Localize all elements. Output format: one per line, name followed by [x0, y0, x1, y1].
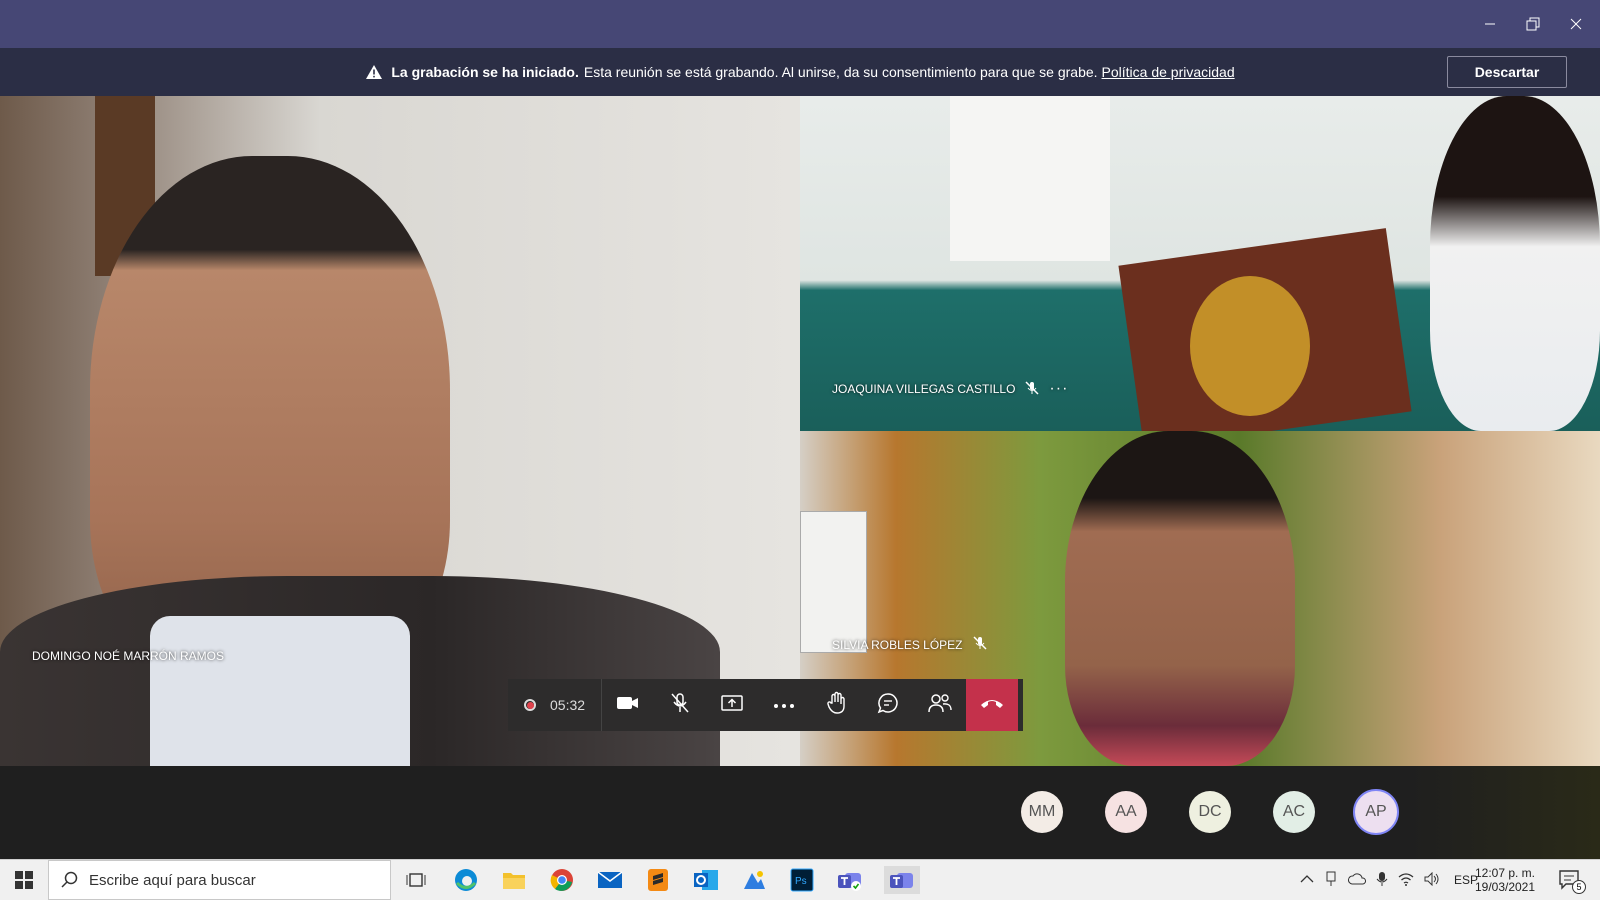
- background-whiteboard: [800, 511, 867, 653]
- microphone-off-icon: [972, 636, 987, 653]
- onedrive-cloud-icon[interactable]: [1348, 872, 1367, 888]
- overflow-video-area: [1410, 766, 1600, 859]
- participant-name: DOMINGO NOÉ MARRÓN RAMOS: [32, 649, 224, 663]
- chevron-up-icon[interactable]: [1300, 873, 1314, 887]
- record-icon: [524, 699, 536, 711]
- teams-active-icon[interactable]: [884, 866, 920, 894]
- banner-text: Esta reunión se está grabando. Al unirse…: [583, 64, 1098, 80]
- more-actions-button[interactable]: [758, 679, 810, 731]
- wifi-icon[interactable]: [1398, 872, 1414, 889]
- participant-shirt: [150, 616, 410, 766]
- recording-banner: La grabación se ha iniciado. Esta reunió…: [0, 48, 1600, 96]
- chat-icon: [876, 691, 900, 720]
- windows-taskbar: Escribe aquí para buscar Ps ESP 12:07 p.…: [0, 859, 1600, 900]
- background-emblem-detail: [1190, 276, 1310, 416]
- chat-button[interactable]: [862, 679, 914, 731]
- clock[interactable]: 12:07 p. m. 19/03/2021: [1470, 860, 1540, 900]
- notification-center-icon[interactable]: 5: [1556, 866, 1586, 894]
- avatar[interactable]: AC: [1273, 791, 1315, 833]
- leave-call-button[interactable]: [966, 679, 1019, 731]
- avatar[interactable]: AA: [1105, 791, 1147, 833]
- participant-video: [1430, 96, 1600, 431]
- minimize-icon[interactable]: [1475, 10, 1505, 38]
- clock-time: 12:07 p. m.: [1474, 866, 1536, 880]
- microphone-icon[interactable]: [1376, 871, 1388, 890]
- outlook-icon[interactable]: [692, 866, 720, 894]
- chrome-browser-icon[interactable]: [548, 866, 576, 894]
- photoshop-icon[interactable]: Ps: [788, 866, 816, 894]
- windows-start-icon[interactable]: [10, 866, 38, 894]
- sublime-text-icon[interactable]: [644, 866, 672, 894]
- participant-name: JOAQUINA VILLEGAS CASTILLO ···: [832, 380, 1068, 398]
- edge-browser-icon[interactable]: [452, 866, 480, 894]
- avatar[interactable]: DC: [1189, 791, 1231, 833]
- people-icon: [927, 692, 953, 719]
- background-flag: [950, 96, 1110, 261]
- file-explorer-icon[interactable]: [500, 866, 528, 894]
- hand-icon: [825, 691, 847, 720]
- mail-icon[interactable]: [596, 866, 624, 894]
- avatar-initials: DC: [1198, 803, 1222, 820]
- taskbar-search-input[interactable]: Escribe aquí para buscar: [48, 860, 391, 900]
- recording-indicator: 05:32: [508, 679, 603, 731]
- dismiss-button[interactable]: Descartar: [1447, 56, 1567, 88]
- notification-count: 5: [1572, 880, 1586, 894]
- call-timer: 05:32: [550, 697, 586, 713]
- camera-button[interactable]: [602, 679, 654, 731]
- hang-up-icon: [979, 696, 1005, 715]
- participant-name-label: DOMINGO NOÉ MARRÓN RAMOS: [32, 649, 225, 663]
- participant-video: [1065, 431, 1295, 766]
- warning-icon: [365, 64, 383, 80]
- volume-icon[interactable]: [1424, 871, 1440, 889]
- share-screen-button[interactable]: [706, 679, 758, 731]
- search-icon: [61, 871, 79, 889]
- raise-hand-button[interactable]: [810, 679, 862, 731]
- avatar-active-speaker[interactable]: AP: [1353, 789, 1399, 835]
- usb-device-icon[interactable]: [1324, 871, 1338, 890]
- system-tray: ESP: [1300, 860, 1478, 900]
- camera-icon: [616, 694, 640, 717]
- task-view-icon[interactable]: [402, 866, 430, 894]
- participants-button[interactable]: [914, 679, 966, 731]
- close-icon[interactable]: [1561, 10, 1591, 38]
- participant-name-label: SILVIA ROBLES LÓPEZ: [832, 637, 963, 652]
- avatar[interactable]: MM: [1021, 791, 1063, 833]
- microphone-off-icon: [1025, 380, 1039, 398]
- avatar-initials: AA: [1115, 803, 1137, 820]
- avatar-initials: AP: [1365, 803, 1387, 820]
- video-tile-main[interactable]: DOMINGO NOÉ MARRÓN RAMOS: [0, 96, 800, 766]
- more-options-icon[interactable]: ···: [1049, 380, 1068, 398]
- teams-icon[interactable]: [836, 866, 864, 894]
- photos-icon[interactable]: [740, 866, 768, 894]
- more-options-icon: [773, 696, 795, 714]
- restore-icon[interactable]: [1518, 10, 1548, 38]
- participant-name: SILVIA ROBLES LÓPEZ: [832, 636, 987, 653]
- window-title-bar: [0, 0, 1600, 48]
- video-tile-top-right[interactable]: JOAQUINA VILLEGAS CASTILLO ···: [800, 96, 1600, 431]
- clock-date: 19/03/2021: [1474, 880, 1536, 894]
- banner-title: La grabación se ha iniciado.: [391, 64, 579, 80]
- privacy-policy-link[interactable]: Política de privacidad: [1102, 64, 1235, 80]
- avatar-initials: MM: [1028, 803, 1056, 820]
- call-controls: 05:32: [508, 679, 1023, 731]
- participant-name-label: JOAQUINA VILLEGAS CASTILLO: [832, 382, 1016, 396]
- microphone-off-icon: [669, 692, 691, 719]
- avatar-initials: AC: [1282, 803, 1306, 820]
- share-screen-icon: [720, 693, 744, 718]
- microphone-button[interactable]: [654, 679, 706, 731]
- search-placeholder: Escribe aquí para buscar: [89, 871, 256, 889]
- svg-text:Ps: Ps: [795, 876, 807, 887]
